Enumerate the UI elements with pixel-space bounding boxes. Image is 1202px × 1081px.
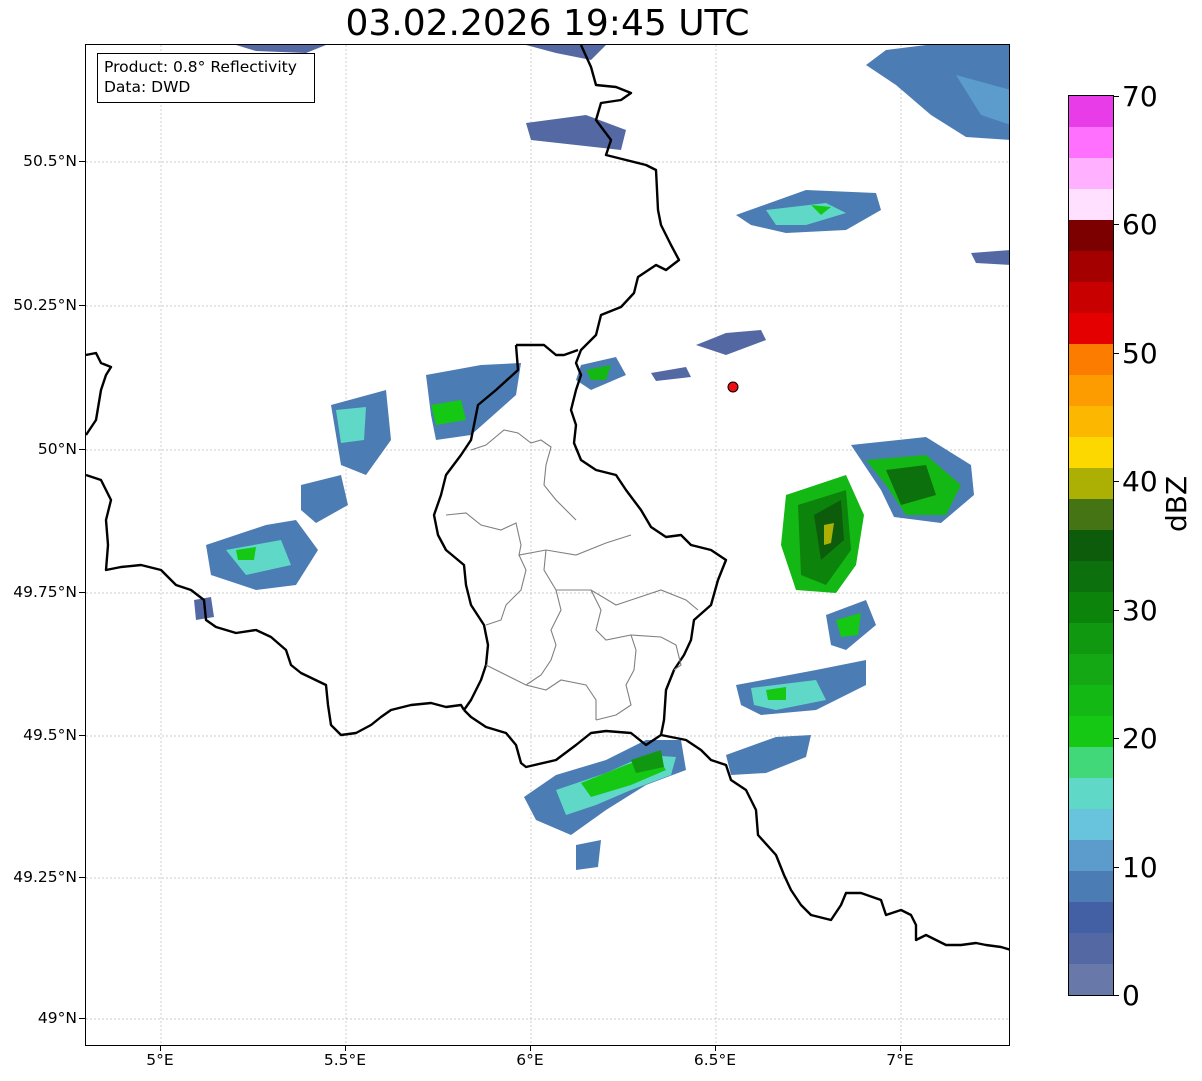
colorbar-segment (1069, 654, 1113, 685)
colorbar-segment (1069, 716, 1113, 747)
echo-cell (236, 45, 326, 53)
lat-tick-mark (79, 161, 85, 162)
colorbar-segment (1069, 282, 1113, 313)
map-title: 03.02.2026 19:45 UTC (345, 3, 750, 44)
canton-border (470, 429, 577, 521)
colorbar-tick-label: 40 (1122, 465, 1158, 498)
lon-tick-label: 7°E (886, 1051, 914, 1069)
lat-tick-label: 50.25°N (13, 296, 77, 314)
colorbar-tick-mark (1113, 867, 1119, 868)
canton-border (485, 554, 527, 626)
colorbar-segment (1069, 871, 1113, 902)
info-box: Product: 0.8° Reflectivity Data: DWD (97, 53, 315, 103)
colorbar-segment (1069, 592, 1113, 623)
data-source-label: Data: DWD (104, 78, 191, 96)
colorbar-segment (1069, 127, 1113, 158)
colorbar-segment (1069, 189, 1113, 220)
echo-cell (576, 840, 601, 870)
lat-tick-label: 49.5°N (23, 726, 77, 744)
echo-cell (971, 250, 1009, 265)
echo-cell (726, 735, 811, 775)
colorbar-tick-mark (1113, 353, 1119, 354)
echo-cell (336, 407, 366, 443)
colorbar-segment (1069, 809, 1113, 840)
colorbar-segment (1069, 468, 1113, 499)
colorbar-segment (1069, 623, 1113, 654)
lon-tick-label: 6°E (516, 1051, 544, 1069)
colorbar-tick-mark (1113, 96, 1119, 97)
echo-cell (526, 115, 626, 150)
echo-cell (301, 475, 348, 523)
colorbar-tick-label: 10 (1122, 851, 1158, 884)
colorbar-tick-mark (1113, 995, 1119, 996)
lat-tick-mark (79, 592, 85, 593)
colorbar-segment (1069, 251, 1113, 282)
lat-tick-mark (79, 449, 85, 450)
lon-tick-label: 5°E (146, 1051, 174, 1069)
lat-tick-mark (79, 1018, 85, 1019)
lat-tick-label: 50.5°N (23, 152, 77, 170)
colorbar-segment (1069, 375, 1113, 406)
colorbar-tick-mark (1113, 481, 1119, 482)
colorbar-tick-label: 30 (1122, 594, 1158, 627)
colorbar-segment (1069, 933, 1113, 964)
lat-tick-label: 50°N (37, 440, 77, 458)
canton-border (630, 634, 682, 671)
radar-echoes (194, 45, 1009, 870)
colorbar-tick-label: 0 (1122, 979, 1140, 1012)
echo-cell (526, 45, 606, 60)
border-belgium-luxembourg-germany (569, 45, 728, 736)
colorbar-segment (1069, 437, 1113, 468)
colorbar-segment (1069, 220, 1113, 251)
map-canvas (86, 45, 1009, 1045)
colorbar-segment (1069, 778, 1113, 809)
lon-tick-label: 6.5°E (693, 1051, 737, 1069)
colorbar-tick-mark (1113, 224, 1119, 225)
colorbar-segment (1069, 902, 1113, 933)
lon-tick-label: 5.5°E (323, 1051, 367, 1069)
colorbar-segment (1069, 747, 1113, 778)
radar-map[interactable] (85, 44, 1010, 1046)
colorbar-segment (1069, 499, 1113, 530)
colorbar-segment (1069, 964, 1113, 995)
lat-tick-label: 49°N (37, 1009, 77, 1027)
dbz-colorbar (1068, 95, 1114, 996)
colorbar-segment (1069, 530, 1113, 561)
lat-tick-label: 49.25°N (13, 868, 77, 886)
product-label: Product: 0.8° Reflectivity (104, 58, 297, 76)
colorbar-tick-mark (1113, 610, 1119, 611)
colorbar-tick-label: 50 (1122, 337, 1158, 370)
colorbar-segment (1069, 406, 1113, 437)
colorbar-segment (1069, 685, 1113, 716)
canton-border (485, 664, 597, 720)
colorbar-segment (1069, 158, 1113, 189)
canton-border (590, 589, 637, 721)
lat-tick-mark (79, 877, 85, 878)
lat-tick-label: 49.75°N (13, 583, 77, 601)
border-luxembourg-france-germany (463, 709, 1009, 951)
lat-tick-mark (79, 305, 85, 306)
colorbar-segment (1069, 344, 1113, 375)
colorbar-segment (1069, 313, 1113, 344)
colorbar-tick-mark (1113, 738, 1119, 739)
lat-tick-mark (79, 735, 85, 736)
canton-border (543, 549, 699, 611)
colorbar-tick-label: 20 (1122, 722, 1158, 755)
colorbar-segment (1069, 561, 1113, 592)
radar-site-marker[interactable] (727, 381, 739, 393)
echo-cell (696, 330, 766, 355)
echo-cell (651, 367, 691, 381)
admin-borders (445, 429, 699, 721)
colorbar-tick-label: 70 (1122, 80, 1158, 113)
colorbar-tick-label: 60 (1122, 208, 1158, 241)
canton-border (445, 512, 632, 556)
colorbar-segment (1069, 96, 1113, 127)
colorbar-segment (1069, 840, 1113, 871)
colorbar-label: dBZ (1160, 475, 1193, 532)
